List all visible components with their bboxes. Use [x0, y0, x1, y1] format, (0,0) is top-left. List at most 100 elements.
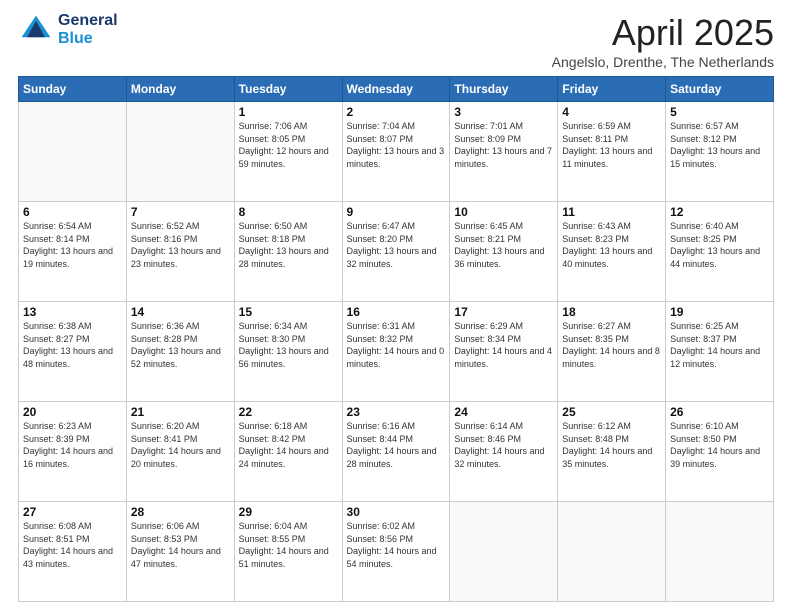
day-number: 28: [131, 505, 230, 519]
day-number: 12: [670, 205, 769, 219]
calendar-cell: 25Sunrise: 6:12 AMSunset: 8:48 PMDayligh…: [558, 402, 666, 502]
day-number: 10: [454, 205, 553, 219]
calendar-cell: 19Sunrise: 6:25 AMSunset: 8:37 PMDayligh…: [666, 302, 774, 402]
day-info: Sunrise: 6:06 AMSunset: 8:53 PMDaylight:…: [131, 520, 230, 570]
calendar-week-row: 27Sunrise: 6:08 AMSunset: 8:51 PMDayligh…: [19, 502, 774, 602]
day-number: 17: [454, 305, 553, 319]
day-info: Sunrise: 6:40 AMSunset: 8:25 PMDaylight:…: [670, 220, 769, 270]
day-info: Sunrise: 6:18 AMSunset: 8:42 PMDaylight:…: [239, 420, 338, 470]
calendar-cell: 15Sunrise: 6:34 AMSunset: 8:30 PMDayligh…: [234, 302, 342, 402]
day-info: Sunrise: 6:08 AMSunset: 8:51 PMDaylight:…: [23, 520, 122, 570]
day-number: 27: [23, 505, 122, 519]
calendar-cell: [126, 102, 234, 202]
day-info: Sunrise: 6:43 AMSunset: 8:23 PMDaylight:…: [562, 220, 661, 270]
top-section: General Blue April 2025 Angelslo, Drenth…: [18, 12, 774, 70]
day-info: Sunrise: 6:16 AMSunset: 8:44 PMDaylight:…: [347, 420, 446, 470]
calendar-cell: 17Sunrise: 6:29 AMSunset: 8:34 PMDayligh…: [450, 302, 558, 402]
calendar-cell: 2Sunrise: 7:04 AMSunset: 8:07 PMDaylight…: [342, 102, 450, 202]
calendar-weekday-friday: Friday: [558, 77, 666, 102]
calendar-cell: [558, 502, 666, 602]
title-section: April 2025 Angelslo, Drenthe, The Nether…: [552, 12, 774, 70]
calendar-cell: 8Sunrise: 6:50 AMSunset: 8:18 PMDaylight…: [234, 202, 342, 302]
calendar-cell: 12Sunrise: 6:40 AMSunset: 8:25 PMDayligh…: [666, 202, 774, 302]
day-number: 8: [239, 205, 338, 219]
calendar-cell: 29Sunrise: 6:04 AMSunset: 8:55 PMDayligh…: [234, 502, 342, 602]
calendar-cell: 10Sunrise: 6:45 AMSunset: 8:21 PMDayligh…: [450, 202, 558, 302]
calendar-cell: 14Sunrise: 6:36 AMSunset: 8:28 PMDayligh…: [126, 302, 234, 402]
calendar-weekday-thursday: Thursday: [450, 77, 558, 102]
day-info: Sunrise: 7:01 AMSunset: 8:09 PMDaylight:…: [454, 120, 553, 170]
day-number: 13: [23, 305, 122, 319]
logo-icon: [18, 12, 54, 48]
day-info: Sunrise: 6:29 AMSunset: 8:34 PMDaylight:…: [454, 320, 553, 370]
calendar-week-row: 6Sunrise: 6:54 AMSunset: 8:14 PMDaylight…: [19, 202, 774, 302]
day-info: Sunrise: 6:38 AMSunset: 8:27 PMDaylight:…: [23, 320, 122, 370]
day-number: 20: [23, 405, 122, 419]
day-number: 22: [239, 405, 338, 419]
day-info: Sunrise: 7:06 AMSunset: 8:05 PMDaylight:…: [239, 120, 338, 170]
calendar-weekday-wednesday: Wednesday: [342, 77, 450, 102]
day-number: 5: [670, 105, 769, 119]
calendar-cell: 7Sunrise: 6:52 AMSunset: 8:16 PMDaylight…: [126, 202, 234, 302]
day-number: 2: [347, 105, 446, 119]
day-number: 26: [670, 405, 769, 419]
day-number: 14: [131, 305, 230, 319]
calendar-cell: 16Sunrise: 6:31 AMSunset: 8:32 PMDayligh…: [342, 302, 450, 402]
calendar-weekday-tuesday: Tuesday: [234, 77, 342, 102]
calendar-weekday-sunday: Sunday: [19, 77, 127, 102]
calendar-cell: 21Sunrise: 6:20 AMSunset: 8:41 PMDayligh…: [126, 402, 234, 502]
calendar-weekday-saturday: Saturday: [666, 77, 774, 102]
calendar-cell: 1Sunrise: 7:06 AMSunset: 8:05 PMDaylight…: [234, 102, 342, 202]
day-info: Sunrise: 6:45 AMSunset: 8:21 PMDaylight:…: [454, 220, 553, 270]
calendar-cell: 6Sunrise: 6:54 AMSunset: 8:14 PMDaylight…: [19, 202, 127, 302]
day-info: Sunrise: 7:04 AMSunset: 8:07 PMDaylight:…: [347, 120, 446, 170]
day-info: Sunrise: 6:23 AMSunset: 8:39 PMDaylight:…: [23, 420, 122, 470]
day-info: Sunrise: 6:27 AMSunset: 8:35 PMDaylight:…: [562, 320, 661, 370]
calendar-cell: 24Sunrise: 6:14 AMSunset: 8:46 PMDayligh…: [450, 402, 558, 502]
day-number: 19: [670, 305, 769, 319]
calendar-cell: 26Sunrise: 6:10 AMSunset: 8:50 PMDayligh…: [666, 402, 774, 502]
day-info: Sunrise: 6:34 AMSunset: 8:30 PMDaylight:…: [239, 320, 338, 370]
day-number: 3: [454, 105, 553, 119]
day-info: Sunrise: 6:57 AMSunset: 8:12 PMDaylight:…: [670, 120, 769, 170]
day-number: 15: [239, 305, 338, 319]
calendar-cell: [666, 502, 774, 602]
calendar-cell: 28Sunrise: 6:06 AMSunset: 8:53 PMDayligh…: [126, 502, 234, 602]
day-number: 1: [239, 105, 338, 119]
day-info: Sunrise: 6:50 AMSunset: 8:18 PMDaylight:…: [239, 220, 338, 270]
day-number: 21: [131, 405, 230, 419]
day-info: Sunrise: 6:02 AMSunset: 8:56 PMDaylight:…: [347, 520, 446, 570]
day-info: Sunrise: 6:12 AMSunset: 8:48 PMDaylight:…: [562, 420, 661, 470]
calendar-cell: 20Sunrise: 6:23 AMSunset: 8:39 PMDayligh…: [19, 402, 127, 502]
day-number: 18: [562, 305, 661, 319]
day-info: Sunrise: 6:52 AMSunset: 8:16 PMDaylight:…: [131, 220, 230, 270]
logo-text: General Blue: [58, 12, 118, 49]
calendar-cell: 5Sunrise: 6:57 AMSunset: 8:12 PMDaylight…: [666, 102, 774, 202]
day-number: 23: [347, 405, 446, 419]
day-info: Sunrise: 6:04 AMSunset: 8:55 PMDaylight:…: [239, 520, 338, 570]
logo: General Blue: [18, 12, 118, 49]
day-info: Sunrise: 6:36 AMSunset: 8:28 PMDaylight:…: [131, 320, 230, 370]
location-title: Angelslo, Drenthe, The Netherlands: [552, 54, 774, 70]
calendar-cell: 30Sunrise: 6:02 AMSunset: 8:56 PMDayligh…: [342, 502, 450, 602]
calendar-week-row: 1Sunrise: 7:06 AMSunset: 8:05 PMDaylight…: [19, 102, 774, 202]
day-info: Sunrise: 6:59 AMSunset: 8:11 PMDaylight:…: [562, 120, 661, 170]
day-number: 24: [454, 405, 553, 419]
calendar-cell: 4Sunrise: 6:59 AMSunset: 8:11 PMDaylight…: [558, 102, 666, 202]
month-title: April 2025: [552, 12, 774, 54]
calendar-week-row: 20Sunrise: 6:23 AMSunset: 8:39 PMDayligh…: [19, 402, 774, 502]
calendar-table: SundayMondayTuesdayWednesdayThursdayFrid…: [18, 76, 774, 602]
day-number: 9: [347, 205, 446, 219]
page: General Blue April 2025 Angelslo, Drenth…: [0, 0, 792, 612]
day-number: 6: [23, 205, 122, 219]
calendar-cell: 13Sunrise: 6:38 AMSunset: 8:27 PMDayligh…: [19, 302, 127, 402]
calendar-cell: [450, 502, 558, 602]
day-number: 30: [347, 505, 446, 519]
day-info: Sunrise: 6:10 AMSunset: 8:50 PMDaylight:…: [670, 420, 769, 470]
calendar-week-row: 13Sunrise: 6:38 AMSunset: 8:27 PMDayligh…: [19, 302, 774, 402]
calendar-cell: 23Sunrise: 6:16 AMSunset: 8:44 PMDayligh…: [342, 402, 450, 502]
calendar-cell: 22Sunrise: 6:18 AMSunset: 8:42 PMDayligh…: [234, 402, 342, 502]
calendar-cell: 9Sunrise: 6:47 AMSunset: 8:20 PMDaylight…: [342, 202, 450, 302]
day-info: Sunrise: 6:14 AMSunset: 8:46 PMDaylight:…: [454, 420, 553, 470]
calendar-cell: [19, 102, 127, 202]
